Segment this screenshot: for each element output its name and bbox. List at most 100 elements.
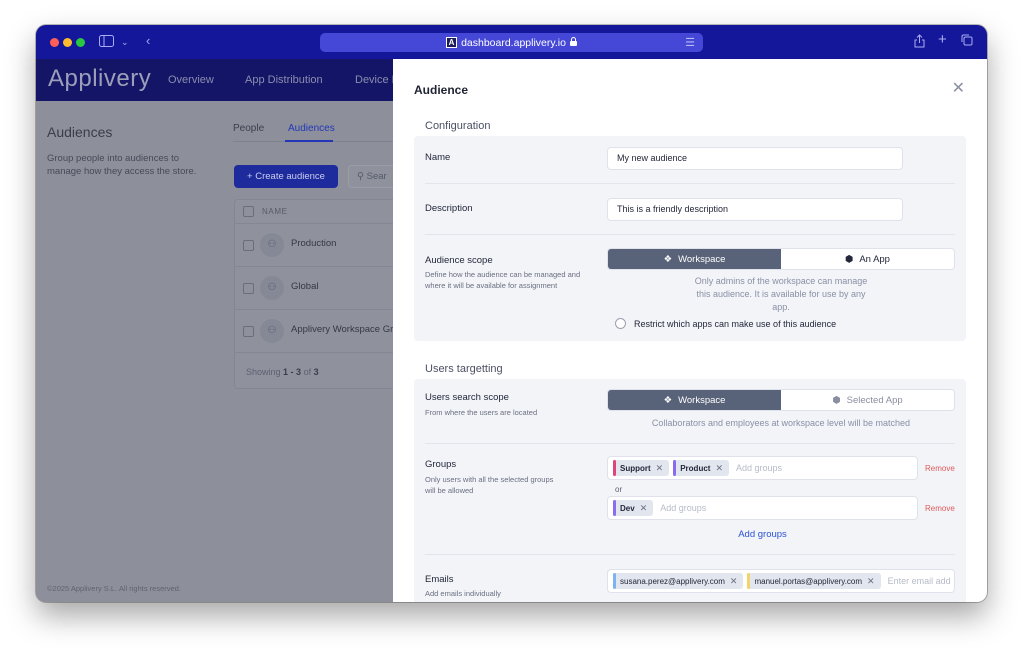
column-header-name: NAME (262, 207, 288, 216)
emails-label: Emails (425, 574, 454, 585)
emails-input[interactable]: susana.perez@applivery.com ✕ manuel.port… (607, 569, 955, 593)
audience-name: Applivery Workspace Gro (291, 324, 399, 335)
section-title-users-targetting: Users targetting (425, 363, 503, 375)
close-window-button[interactable] (50, 38, 59, 47)
or-separator: or (615, 485, 623, 494)
add-groups-placeholder: Add groups (736, 463, 783, 473)
page-title: Audiences (47, 124, 113, 140)
active-tab-indicator (285, 140, 333, 142)
remove-tag-icon[interactable]: ✕ (715, 463, 723, 474)
search-scope-row: Users search scope From where the users … (425, 379, 955, 444)
add-groups-link[interactable]: Add groups (607, 529, 918, 540)
select-all-checkbox[interactable] (243, 206, 254, 217)
address-bar[interactable]: A dashboard.applivery.io ☰ (320, 33, 703, 52)
search-scope-toggle: ❖ Workspace ⬢ Selected App (607, 389, 955, 411)
configuration-card: Name My new audience Description This is… (414, 136, 966, 341)
brand-logo[interactable]: Applivery (48, 65, 151, 93)
sidebar-icon[interactable] (99, 35, 114, 50)
search-scope-helper: Collaborators and employees at workspace… (651, 418, 911, 428)
maximize-window-button[interactable] (76, 38, 85, 47)
scope-option-workspace[interactable]: ❖ Workspace (608, 249, 781, 269)
audience-scope-row: Audience scope Define how the audience c… (425, 235, 955, 341)
scope-option-app[interactable]: ⬢ An App (781, 249, 954, 269)
reader-icon[interactable]: ☰ (685, 36, 695, 49)
tab-audiences[interactable]: Audiences (288, 123, 335, 134)
description-field-row: Description This is a friendly descripti… (425, 184, 955, 235)
search-scope-label: Users search scope (425, 392, 509, 403)
groups-hint: Only users with all the selected groups … (425, 475, 554, 495)
audience-name: Production (291, 238, 337, 249)
table-row[interactable]: ⚇ Production (235, 224, 413, 267)
audience-scope-hint: Define how the audience can be managed a… (425, 270, 581, 290)
audience-icon: ⚇ (260, 276, 284, 300)
group-tag: Product ✕ (673, 460, 729, 476)
remove-group-set-button[interactable]: Remove (925, 464, 955, 473)
emails-row: Emails Add emails individually susana.pe… (425, 555, 955, 602)
group-set-input[interactable]: Support ✕ Product ✕ Add groups (607, 456, 918, 480)
audiences-table: NAME ⚇ Production ⚇ Global ⚇ Applivery W… (234, 199, 414, 389)
url-text: dashboard.applivery.io (461, 36, 566, 49)
workspace-icon: ❖ (663, 394, 673, 406)
audience-icon: ⚇ (260, 319, 284, 343)
remove-tag-icon[interactable]: ✕ (730, 576, 738, 587)
audience-side-panel: Audience ✕ Configuration Name My new aud… (393, 59, 987, 602)
audience-scope-toggle: ❖ Workspace ⬢ An App (607, 248, 955, 270)
close-icon[interactable]: ✕ (952, 78, 965, 98)
row-checkbox[interactable] (243, 326, 254, 337)
search-scope-option-workspace[interactable]: ❖ Workspace (608, 390, 781, 410)
new-tab-icon[interactable]: + (938, 32, 947, 47)
name-field-row: Name My new audience (425, 136, 955, 184)
share-icon[interactable] (914, 34, 925, 51)
email-tag: manuel.portas@applivery.com ✕ (747, 573, 881, 589)
browser-toolbar: ⌄ ‹ A dashboard.applivery.io ☰ + (36, 25, 987, 59)
search-icon: ⚲ (357, 171, 367, 182)
remove-tag-icon[interactable]: ✕ (867, 576, 875, 587)
workspace-icon: ❖ (663, 253, 673, 265)
copyright-footer: ©2025 Applivery S.L. All rights reserved… (47, 584, 181, 593)
restrict-apps-checkbox[interactable] (615, 318, 626, 329)
add-groups-placeholder: Add groups (660, 503, 707, 513)
nav-overview[interactable]: Overview (168, 74, 214, 86)
back-icon[interactable]: ‹ (146, 34, 150, 48)
lock-icon (569, 36, 577, 49)
cube-icon: ⬢ (845, 253, 854, 265)
minimize-window-button[interactable] (63, 38, 72, 47)
group-set-input[interactable]: Dev ✕ Add groups (607, 496, 918, 520)
section-title-configuration: Configuration (425, 120, 491, 132)
site-logo-icon: A (446, 37, 458, 48)
tabs-overview-icon[interactable] (961, 34, 973, 49)
groups-row: Groups Only users with all the selected … (425, 444, 955, 555)
remove-tag-icon[interactable]: ✕ (656, 463, 664, 474)
restrict-apps-option[interactable]: Restrict which apps can make use of this… (615, 318, 836, 329)
name-input[interactable]: My new audience (607, 147, 903, 170)
remove-tag-icon[interactable]: ✕ (640, 503, 648, 514)
description-label: Description (425, 203, 473, 214)
name-label: Name (425, 152, 451, 163)
browser-window: ⌄ ‹ A dashboard.applivery.io ☰ + Applive… (36, 25, 987, 602)
chevron-down-icon[interactable]: ⌄ (121, 35, 129, 49)
audience-scope-label: Audience scope (425, 255, 493, 266)
panel-title: Audience (414, 83, 469, 97)
email-tag: susana.perez@applivery.com ✕ (613, 573, 744, 589)
remove-group-set-button[interactable]: Remove (925, 504, 955, 513)
tab-people[interactable]: People (233, 123, 264, 134)
search-scope-option-selected-app[interactable]: ⬢ Selected App (781, 390, 954, 410)
nav-app-distribution[interactable]: App Distribution (245, 74, 323, 86)
restrict-apps-label: Restrict which apps can make use of this… (634, 318, 837, 329)
emails-hint: Add emails individually (425, 589, 501, 598)
table-row[interactable]: ⚇ Applivery Workspace Gro (235, 310, 413, 353)
groups-label: Groups (425, 459, 457, 470)
cube-icon: ⬢ (832, 394, 841, 406)
audiences-page: Audiences Group people into audiences to… (36, 101, 414, 602)
table-row[interactable]: ⚇ Global (235, 267, 413, 310)
group-tag: Dev ✕ (613, 500, 654, 516)
create-audience-button[interactable]: + Create audience (234, 165, 338, 188)
targeting-card: Users search scope From where the users … (414, 379, 966, 602)
row-checkbox[interactable] (243, 283, 254, 294)
row-checkbox[interactable] (243, 240, 254, 251)
pagination-summary: Showing 1 - 3 of 3 (246, 367, 319, 377)
description-input[interactable]: This is a friendly description (607, 198, 903, 221)
email-placeholder: Enter email add (887, 576, 951, 586)
audience-name: Global (291, 281, 319, 292)
audience-icon: ⚇ (260, 233, 284, 257)
